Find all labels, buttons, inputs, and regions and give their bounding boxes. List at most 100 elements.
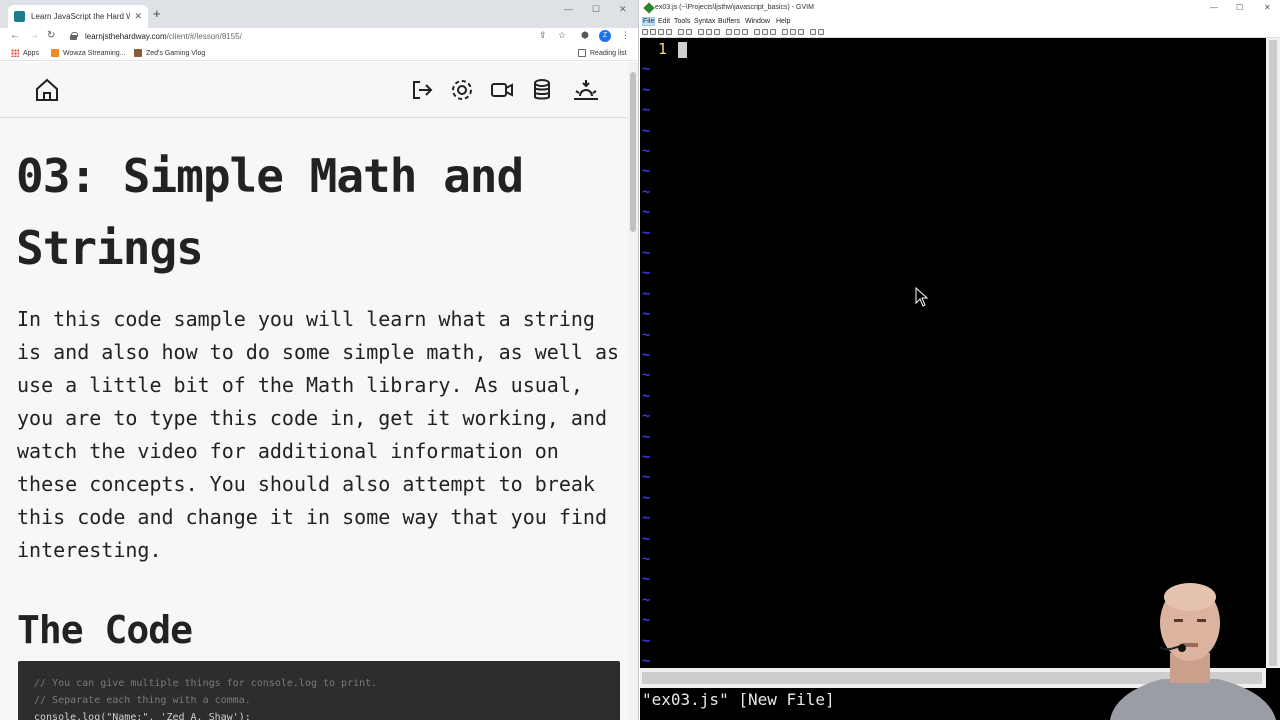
menu-file[interactable]: File — [641, 17, 656, 26]
paste-icon[interactable] — [714, 29, 720, 35]
empty-line-tilde: ~ — [642, 61, 651, 78]
profile-avatar[interactable]: Z — [599, 30, 611, 42]
bookmark-wowza[interactable]: Wowza Streaming... — [51, 49, 126, 57]
bookmarks-bar: Apps Wowza Streaming... Zed's Gaming Vlo… — [0, 46, 638, 61]
bookmark-label: Wowza Streaming... — [63, 49, 126, 57]
empty-line-tilde: ~ — [642, 204, 651, 221]
run-script-icon[interactable] — [770, 29, 776, 35]
empty-line-tilde: ~ — [642, 306, 651, 323]
tab-learn-js[interactable]: Learn JavaScript the Hard Way ✕ — [8, 5, 148, 28]
close-window-icon[interactable]: ✕ — [619, 4, 627, 15]
empty-line-tilde: ~ — [642, 347, 651, 363]
settings-icon[interactable] — [448, 76, 476, 104]
share-icon[interactable]: ⇪ — [539, 30, 547, 41]
empty-line-tilde: ~ — [642, 183, 651, 200]
text-cursor — [678, 42, 687, 58]
empty-line-tilde: ~ — [642, 224, 651, 241]
forward-icon[interactable]: → — [29, 29, 39, 43]
help-icon[interactable] — [810, 29, 816, 35]
url-text: learnjsthehardway.com/client/#/lesson/81… — [85, 32, 242, 41]
empty-line-tilde: ~ — [642, 122, 651, 139]
browser-menu-icon[interactable]: ⋮ — [621, 30, 630, 41]
wowza-icon — [51, 49, 59, 57]
gvim-close-icon[interactable]: ✕ — [1264, 3, 1271, 12]
menu-window[interactable]: Window — [745, 18, 770, 25]
empty-line-tilde: ~ — [642, 510, 651, 527]
open-icon[interactable] — [642, 29, 648, 35]
save-icon[interactable] — [650, 29, 656, 35]
apps-icon — [11, 49, 19, 57]
site-nav — [0, 62, 628, 118]
theme-sun-icon[interactable] — [572, 76, 600, 104]
video-icon[interactable] — [488, 76, 516, 104]
gvim-title: ex03.js (~\Projects\ljsthw\javascript_ba… — [655, 4, 814, 11]
load-session-icon[interactable] — [754, 29, 760, 35]
empty-line-tilde: ~ — [642, 408, 651, 425]
bookmark-star-icon[interactable]: ☆ — [558, 30, 566, 41]
minimize-icon[interactable]: — — [564, 4, 573, 14]
bookmark-apps[interactable]: Apps — [11, 49, 39, 57]
empty-line-tilde: ~ — [642, 285, 651, 302]
empty-line-tilde: ~ — [642, 326, 651, 343]
save-all-icon[interactable] — [658, 29, 664, 35]
empty-line-tilde: ~ — [642, 571, 651, 588]
tab-title: Learn JavaScript the Hard Way — [31, 12, 130, 21]
tab-strip: Learn JavaScript the Hard Way ✕ + — ☐ ✕ — [0, 0, 638, 28]
menu-edit[interactable]: Edit — [658, 18, 670, 25]
make-icon[interactable] — [782, 29, 788, 35]
print-icon[interactable] — [666, 29, 672, 35]
tab-close-icon[interactable]: ✕ — [134, 11, 142, 22]
empty-line-tilde: ~ — [642, 245, 651, 261]
lesson-title: 03: Simple Math and Strings — [16, 140, 616, 284]
new-tab-button[interactable]: + — [153, 7, 161, 21]
home-icon[interactable] — [33, 76, 61, 104]
find-next-icon[interactable] — [734, 29, 740, 35]
maximize-icon[interactable]: ☐ — [592, 4, 600, 15]
gvim-maximize-icon[interactable]: ☐ — [1236, 3, 1243, 12]
logout-icon[interactable] — [408, 76, 436, 104]
save-session-icon[interactable] — [762, 29, 768, 35]
copy-icon[interactable] — [706, 29, 712, 35]
gvim-vertical-thumb[interactable] — [1269, 40, 1277, 666]
cut-icon[interactable] — [698, 29, 704, 35]
empty-line-tilde: ~ — [642, 591, 651, 608]
address-bar[interactable]: learnjsthehardway.com/client/#/lesson/81… — [64, 29, 574, 43]
lesson-intro: In this code sample you will learn what … — [17, 307, 620, 562]
presenter-image — [1110, 583, 1276, 720]
menu-help[interactable]: Help — [776, 18, 790, 25]
empty-line-tilde: ~ — [642, 612, 651, 629]
code-line: // Separate each thing with a comma. — [34, 695, 251, 706]
empty-line-tilde: ~ — [642, 265, 651, 282]
gvim-minimize-icon[interactable]: — — [1210, 3, 1218, 12]
reload-icon[interactable]: ↻ — [47, 29, 55, 43]
extensions-icon[interactable]: ⬢ — [581, 30, 589, 41]
url-path: /client/#/lesson/8155/ — [166, 31, 242, 41]
empty-line-tilde: ~ — [642, 81, 651, 98]
undo-icon[interactable] — [678, 29, 684, 35]
browser-toolbar: ← → ↻ learnjsthehardway.com/client/#/les… — [0, 28, 638, 44]
editor-area[interactable]: 1 ~ ~ ~ ~ ~ ~ ~ ~ ~ ~ ~ ~ ~ ~ ~ ~ ~ ~ ~ ~ ~ ~ ~ ~ ~ ~ ~ ~ ~ ~ — [640, 38, 1266, 669]
empty-line-tilde: ~ — [642, 469, 651, 486]
reading-list-button[interactable]: Reading list — [578, 49, 627, 57]
menu-tools[interactable]: Tools — [674, 18, 690, 25]
find-help-icon[interactable] — [818, 29, 824, 35]
gvim-titlebar: ex03.js (~\Projects\ljsthw\javascript_ba… — [640, 0, 1280, 16]
redo-icon[interactable] — [686, 29, 692, 35]
database-icon[interactable] — [528, 76, 556, 104]
empty-line-tilde: ~ — [642, 632, 651, 649]
tags-icon[interactable] — [798, 29, 804, 35]
replace-icon[interactable] — [726, 29, 732, 35]
back-icon[interactable]: ← — [10, 29, 20, 43]
page-scrollbar[interactable] — [628, 62, 638, 720]
empty-line-tilde: ~ — [642, 367, 651, 384]
menu-buffers[interactable]: Buffers — [718, 18, 740, 25]
code-heading: The Code — [17, 608, 193, 652]
find-prev-icon[interactable] — [742, 29, 748, 35]
page-scroll-thumb[interactable] — [630, 72, 636, 232]
lock-icon — [70, 32, 78, 40]
gvim-vertical-scrollbar[interactable] — [1266, 38, 1280, 668]
shell-icon[interactable] — [790, 29, 796, 35]
bookmark-label: Zed's Gaming Vlog — [146, 49, 206, 57]
menu-syntax[interactable]: Syntax — [694, 18, 715, 25]
bookmark-vlog[interactable]: Zed's Gaming Vlog — [134, 49, 205, 57]
